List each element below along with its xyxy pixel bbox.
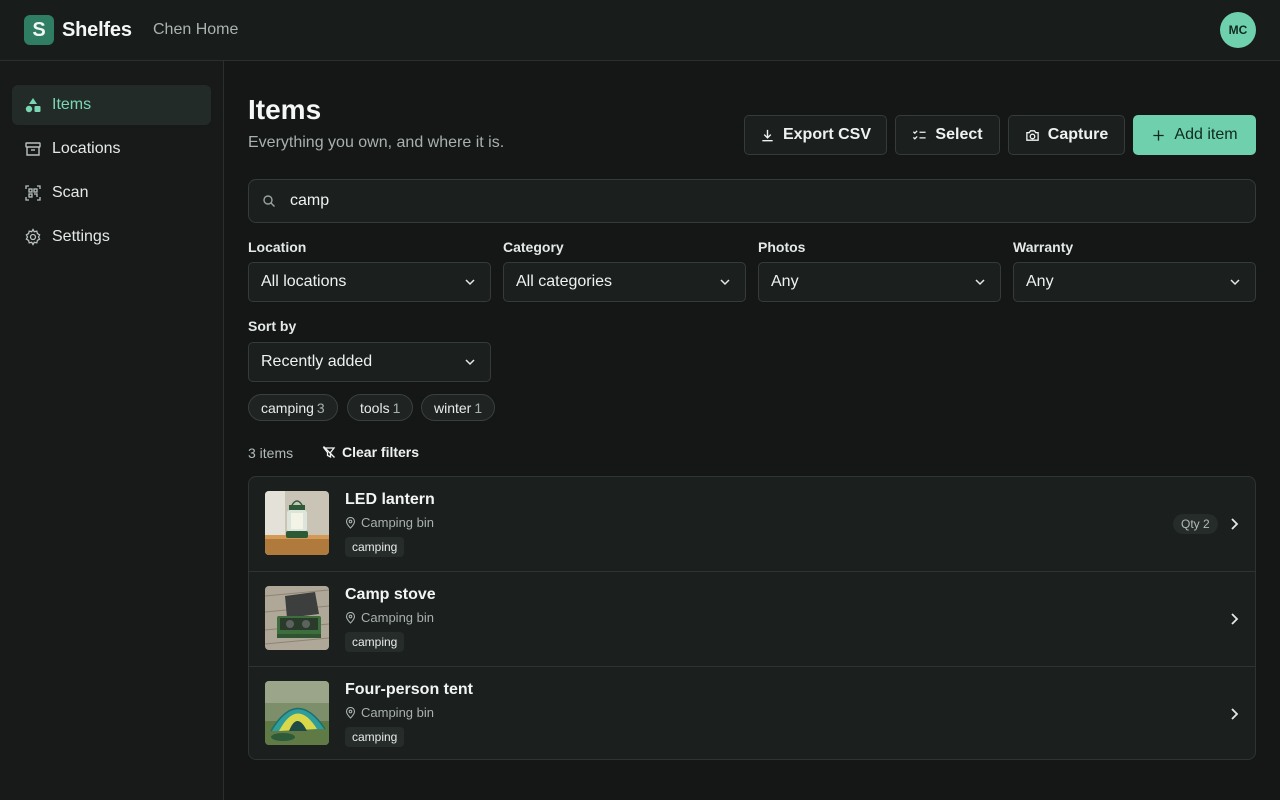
item-name: LED lantern [345,491,435,508]
sidebar-item-settings[interactable]: Settings [12,217,211,257]
chevron-right-icon[interactable] [1229,612,1239,626]
photos-select-value: Any [771,273,799,290]
logo-letter: S [32,18,46,41]
sidebar-item-label: Locations [52,140,121,157]
tag-chip-tools[interactable]: tools 1 [347,394,414,421]
stove-photo [265,586,329,650]
item-location: Camping bin [345,610,434,625]
photos-select[interactable]: Any [758,262,1001,302]
photos-filter-label: Photos [758,239,806,255]
quantity-badge: Qty 2 [1173,514,1218,534]
list-item[interactable]: LED lantern Camping bin camping Qty 2 [249,477,1255,572]
chevron-down-icon [720,279,730,286]
add-item-button[interactable]: Add item [1133,115,1256,155]
tag-chip-count: 3 [316,399,325,416]
list-item[interactable]: Camp stove Camping bin camping [249,572,1255,667]
tag-chip-count: 1 [392,399,401,416]
tent-photo [265,681,329,745]
item-name: Four-person tent [345,681,473,698]
download-icon [762,129,773,141]
page-title: Items [248,94,322,125]
select-label: Select [935,126,983,143]
item-location-text: Camping bin [361,610,434,625]
page-subtitle: Everything you own, and where it is. [248,134,505,151]
chevron-down-icon [465,279,475,286]
capture-button[interactable]: Capture [1008,115,1125,155]
warranty-select-value: Any [1026,273,1054,290]
lantern-photo [265,491,329,555]
item-location-text: Camping bin [361,705,434,720]
chevron-down-icon [975,279,985,286]
app-logo-icon[interactable]: S [24,15,54,45]
sidebar-item-scan[interactable]: Scan [12,173,211,213]
plus-icon [1153,129,1165,141]
item-name: Camp stove [345,586,436,603]
shapes-icon [24,96,42,114]
item-tag[interactable]: camping [345,537,405,557]
tag-chip-name: winter [434,399,472,416]
brand-name[interactable]: Shelfes [62,19,132,42]
chevron-down-icon [465,359,475,366]
export-csv-button[interactable]: Export CSV [744,115,887,155]
sidebar-item-locations[interactable]: Locations [12,129,211,169]
map-pin-icon [345,611,356,624]
filter-off-icon [322,446,336,459]
warranty-select[interactable]: Any [1013,262,1256,302]
checklist-icon [913,129,927,140]
sidebar-item-label: Scan [52,184,89,201]
sort-select[interactable]: Recently added [248,342,491,382]
item-list: LED lantern Camping bin camping Qty 2 Ca… [248,476,1256,760]
clear-filters-label: Clear filters [342,444,420,460]
search-input[interactable] [290,192,1190,210]
top-bar: S Shelfes Chen Home MC [0,0,1280,61]
item-tag[interactable]: camping [345,727,405,747]
location-select[interactable]: All locations [248,262,491,302]
location-select-value: All locations [261,273,347,290]
household-name[interactable]: Chen Home [153,21,238,39]
tag-chip-name: camping [261,399,314,416]
gear-icon [24,228,42,246]
category-select[interactable]: All categories [503,262,746,302]
chevron-down-icon [1230,279,1240,286]
qr-scan-icon [24,184,42,202]
capture-label: Capture [1047,126,1109,143]
chevron-right-icon[interactable] [1229,517,1239,531]
sidebar-item-label: Items [52,96,92,113]
tag-chip-name: tools [360,399,390,416]
category-select-value: All categories [516,273,613,290]
sidebar: Items Locations Scan Settings [0,61,224,800]
sort-select-value: Recently added [261,353,373,370]
sort-label: Sort by [248,318,297,334]
location-filter-label: Location [248,239,307,255]
sidebar-item-items[interactable]: Items [12,85,211,125]
item-location: Camping bin [345,705,434,720]
warranty-filter-label: Warranty [1013,239,1074,255]
tag-chip-camping[interactable]: camping 3 [248,394,338,421]
search-box[interactable] [248,179,1256,223]
item-location: Camping bin [345,515,434,530]
tag-chip-winter[interactable]: winter 1 [421,394,496,421]
camera-icon [1025,129,1039,141]
select-button[interactable]: Select [895,115,1000,155]
result-count: 3 items [248,445,294,461]
map-pin-icon [345,706,356,719]
user-avatar[interactable]: MC [1220,12,1256,48]
map-pin-icon [345,516,356,529]
search-icon [263,195,275,207]
clear-filters-button[interactable]: Clear filters [322,444,419,460]
export-csv-label: Export CSV [782,126,871,143]
sidebar-item-label: Settings [52,228,110,245]
item-location-text: Camping bin [361,515,434,530]
chevron-right-icon[interactable] [1229,707,1239,721]
archive-box-icon [24,140,42,158]
list-item[interactable]: Four-person tent Camping bin camping [249,667,1255,759]
category-filter-label: Category [503,239,564,255]
item-tag[interactable]: camping [345,632,405,652]
tag-chip-count: 1 [474,399,483,416]
add-item-label: Add item [1174,126,1238,143]
